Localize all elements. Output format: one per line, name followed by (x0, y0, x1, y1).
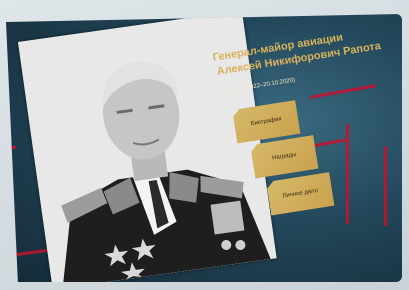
personal-file-button[interactable]: Личное дело (266, 172, 335, 216)
awards-label: Награды (271, 151, 297, 162)
personal-file-label: Личное дело (282, 188, 319, 200)
decor-line (6, 146, 16, 149)
photo-background: Генерал-майор авиации Алексей Никифорови… (0, 0, 409, 290)
decor-line (310, 84, 376, 99)
decor-line (346, 124, 349, 224)
biography-label: Биография (250, 116, 283, 128)
decor-line (384, 146, 387, 226)
kiosk-screen: Генерал-майор авиации Алексей Никифорови… (6, 14, 402, 282)
